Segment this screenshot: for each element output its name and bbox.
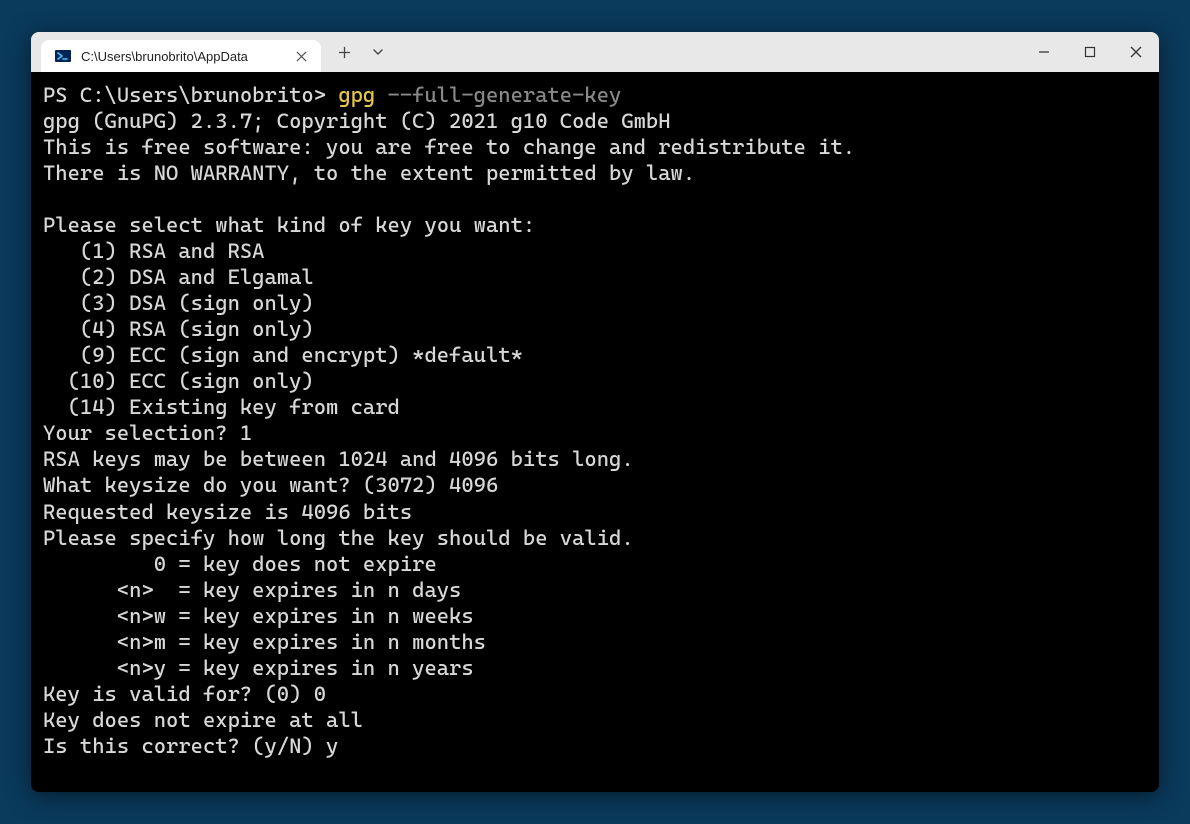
tab-close-button[interactable] xyxy=(293,48,309,64)
command: gpg xyxy=(338,83,375,107)
tab-title: C:\Users\brunobrito\AppData xyxy=(81,49,283,64)
new-tab-button[interactable] xyxy=(327,32,361,72)
terminal-window: C:\Users\brunobrito\AppData xyxy=(31,32,1159,792)
tab-gutter xyxy=(31,32,41,72)
titlebar-drag-region[interactable] xyxy=(395,32,1021,72)
terminal-content[interactable]: PS C:\Users\brunobrito> gpg --full-gener… xyxy=(31,72,1159,792)
terminal-output: gpg (GnuPG) 2.3.7; Copyright (C) 2021 g1… xyxy=(43,109,855,758)
tab-actions xyxy=(327,32,395,72)
tab-active[interactable]: C:\Users\brunobrito\AppData xyxy=(41,40,321,72)
maximize-button[interactable] xyxy=(1067,32,1113,72)
powershell-icon xyxy=(55,48,71,64)
titlebar: C:\Users\brunobrito\AppData xyxy=(31,32,1159,72)
tab-dropdown-button[interactable] xyxy=(361,32,395,72)
window-controls xyxy=(1021,32,1159,72)
close-button[interactable] xyxy=(1113,32,1159,72)
command-args: --full-generate-key xyxy=(375,83,621,107)
minimize-button[interactable] xyxy=(1021,32,1067,72)
prompt: PS C:\Users\brunobrito> xyxy=(43,83,338,107)
